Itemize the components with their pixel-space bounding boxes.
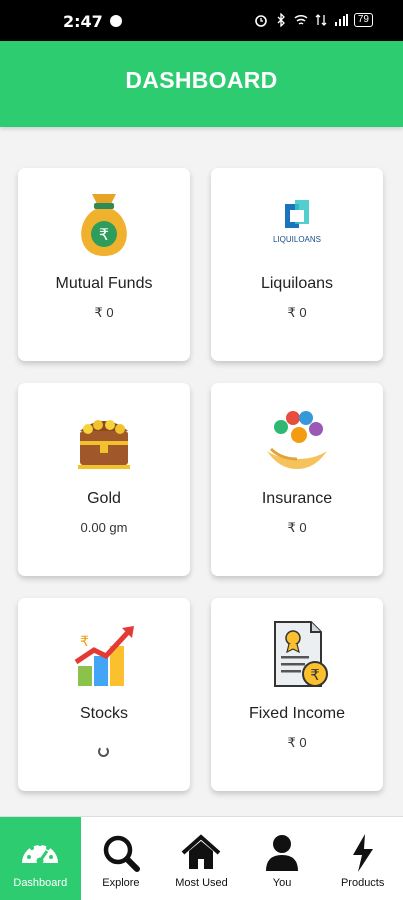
nav-label: Products bbox=[340, 877, 385, 889]
svg-text:₹: ₹ bbox=[80, 634, 89, 650]
nav-explore[interactable]: Explore bbox=[81, 817, 162, 900]
card-title: Liquiloans bbox=[260, 275, 334, 292]
search-icon bbox=[103, 835, 140, 872]
page-title: DASHBOARD bbox=[125, 67, 278, 93]
lightning-icon bbox=[352, 834, 373, 872]
nav-you[interactable]: You bbox=[242, 817, 323, 900]
card-title: Insurance bbox=[261, 490, 333, 507]
treasure-chest-icon bbox=[78, 420, 130, 469]
nav-products[interactable]: Products bbox=[322, 817, 403, 900]
nav-label: Dashboard bbox=[13, 877, 68, 889]
wifi-icon bbox=[294, 14, 308, 25]
data-icon bbox=[315, 14, 327, 26]
person-icon bbox=[266, 835, 299, 871]
card-title: Fixed Income bbox=[248, 705, 346, 722]
card-value: ₹ 0 bbox=[287, 520, 307, 535]
battery-indicator: 79 bbox=[353, 13, 373, 27]
nav-label: Most Used bbox=[175, 877, 228, 889]
certificate-icon: ₹ bbox=[274, 621, 328, 687]
insurance-hands-icon bbox=[267, 411, 327, 469]
card-title: Stocks bbox=[79, 705, 128, 722]
card-value: 0.00 gm bbox=[80, 520, 128, 535]
card-title: Gold bbox=[87, 490, 121, 507]
card-value: ₹ 0 bbox=[287, 735, 307, 750]
logo-text: LIQUILOANS bbox=[273, 235, 321, 244]
card-stocks[interactable]: ₹ Stocks bbox=[18, 598, 190, 791]
notification-icon bbox=[110, 15, 122, 27]
card-title: Mutual Funds bbox=[55, 275, 153, 292]
stocks-chart-icon: ₹ bbox=[74, 626, 134, 686]
dashboard-grid: ₹ Mutual Funds ₹ 0 LIQUILOANS Liquiloans… bbox=[0, 127, 403, 816]
nav-most-used[interactable]: Most Used bbox=[161, 817, 242, 900]
nav-dashboard[interactable]: Dashboard bbox=[0, 817, 81, 900]
card-value: ₹ 0 bbox=[94, 305, 114, 320]
bottom-nav: Dashboard Explore Most Used You Products bbox=[0, 816, 403, 900]
status-time: 2:47 bbox=[63, 12, 103, 31]
bluetooth-icon bbox=[277, 13, 285, 27]
card-fixed-income[interactable]: ₹ Fixed Income ₹ 0 bbox=[211, 598, 383, 791]
card-gold[interactable]: Gold 0.00 gm bbox=[18, 383, 190, 576]
card-liquiloans[interactable]: LIQUILOANS Liquiloans ₹ 0 bbox=[211, 168, 383, 361]
alarm-icon bbox=[255, 15, 267, 27]
liquiloans-logo: LIQUILOANS bbox=[273, 200, 321, 244]
home-icon bbox=[182, 834, 221, 869]
signal-icon bbox=[334, 14, 348, 26]
card-insurance[interactable]: Insurance ₹ 0 bbox=[211, 383, 383, 576]
status-bar: 2:47 79 bbox=[0, 0, 403, 41]
loading-spinner-icon bbox=[98, 746, 109, 757]
nav-label: You bbox=[272, 877, 292, 889]
svg-text:₹: ₹ bbox=[310, 666, 320, 684]
nav-label: Explore bbox=[102, 877, 140, 889]
card-value: ₹ 0 bbox=[287, 305, 307, 320]
app-bar: DASHBOARD bbox=[0, 41, 403, 127]
speedometer-icon bbox=[22, 842, 59, 865]
svg-text:₹: ₹ bbox=[99, 225, 109, 244]
card-mutual-funds[interactable]: ₹ Mutual Funds ₹ 0 bbox=[18, 168, 190, 361]
status-icons: 79 bbox=[254, 13, 373, 27]
money-bag-icon: ₹ bbox=[81, 194, 127, 256]
